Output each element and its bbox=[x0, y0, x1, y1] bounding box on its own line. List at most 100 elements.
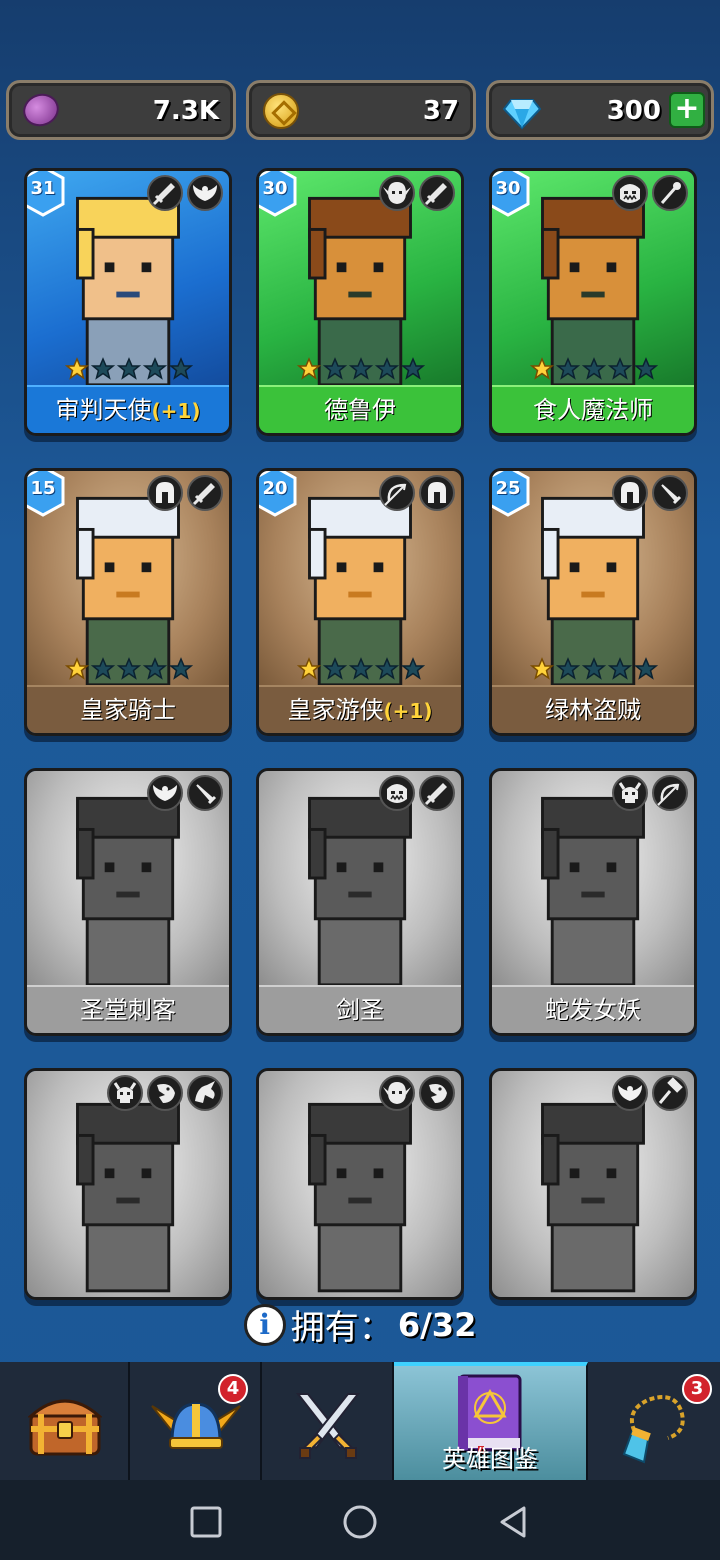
sword-icon bbox=[419, 775, 455, 811]
add-diamonds-button[interactable]: + bbox=[669, 92, 705, 128]
star-icon bbox=[117, 657, 141, 680]
star-icon bbox=[323, 357, 347, 380]
level-value: 20 bbox=[262, 478, 288, 499]
treasure-chest-icon bbox=[28, 1399, 102, 1456]
star-rating bbox=[530, 657, 658, 681]
coins-counter[interactable]: 37 bbox=[246, 80, 476, 140]
coins-value: 37 bbox=[422, 96, 459, 126]
sword-icon bbox=[419, 175, 455, 211]
hero-name: 皇家游侠 bbox=[287, 696, 384, 724]
tab-chest[interactable] bbox=[0, 1362, 130, 1480]
star-rating bbox=[65, 657, 193, 681]
star-rating bbox=[65, 357, 193, 381]
hero-card[interactable]: 20 皇家游侠(+1) bbox=[256, 468, 464, 736]
star-icon bbox=[143, 657, 167, 680]
diamonds-counter[interactable]: 300 + bbox=[486, 80, 714, 140]
star-icon bbox=[91, 657, 115, 680]
gold-coin-icon bbox=[263, 93, 299, 129]
star-icon bbox=[143, 357, 167, 380]
star-rating bbox=[297, 657, 425, 681]
dragon-icon bbox=[187, 1075, 223, 1111]
level-value: 30 bbox=[495, 178, 521, 199]
hero-name-band: 德鲁伊 bbox=[259, 385, 461, 433]
star-icon bbox=[169, 657, 193, 680]
helmet-icon bbox=[147, 475, 183, 511]
level-value: 25 bbox=[495, 478, 521, 499]
star-icon bbox=[169, 357, 193, 380]
diamonds-value: 300 bbox=[606, 96, 661, 126]
triangle-back-icon[interactable] bbox=[494, 1502, 534, 1542]
hero-card[interactable] bbox=[24, 1068, 232, 1300]
hero-name-band: 皇家骑士 bbox=[27, 685, 229, 733]
beast-icon bbox=[419, 1075, 455, 1111]
hero-name: 圣堂刺客 bbox=[80, 996, 176, 1024]
hero-card[interactable]: 31 审判天使(+1) bbox=[24, 168, 232, 436]
hero-card[interactable]: 30 食人魔法师 bbox=[489, 168, 697, 436]
star-icon bbox=[634, 657, 658, 680]
star-icon bbox=[556, 357, 580, 380]
ogre-face-icon bbox=[379, 775, 415, 811]
purple-gem-icon bbox=[18, 88, 64, 132]
hero-name: 蛇发女妖 bbox=[545, 996, 641, 1024]
star-icon bbox=[401, 657, 425, 680]
owned-label: 拥有： bbox=[290, 1308, 393, 1348]
bottom-nav: 4 英雄图鉴 3 bbox=[0, 1362, 720, 1480]
tab-artifact[interactable]: 3 bbox=[588, 1362, 720, 1480]
circle-home-icon[interactable] bbox=[340, 1502, 380, 1542]
hammer-icon bbox=[652, 1075, 688, 1111]
hero-card[interactable]: 15 皇家骑士 bbox=[24, 468, 232, 736]
blue-diamond-icon bbox=[503, 99, 541, 130]
currency-bar: 7.3K 37 300 + bbox=[6, 80, 714, 140]
star-icon bbox=[117, 357, 141, 380]
owned-count: 6/32 bbox=[397, 1305, 477, 1344]
hero-name-band: 蛇发女妖 bbox=[492, 985, 694, 1033]
square-recents-icon[interactable] bbox=[186, 1502, 226, 1542]
star-rating bbox=[530, 357, 658, 381]
hero-card[interactable]: 剑圣 bbox=[256, 768, 464, 1036]
tab-battle[interactable] bbox=[262, 1362, 394, 1480]
hero-name: 绿林盗贼 bbox=[545, 696, 641, 724]
star-icon bbox=[608, 357, 632, 380]
level-value: 30 bbox=[262, 178, 288, 199]
star-icon bbox=[91, 357, 115, 380]
hero-card[interactable]: 30 德鲁伊 bbox=[256, 168, 464, 436]
tab-codex-label: 英雄图鉴 bbox=[442, 1445, 538, 1473]
gems-counter[interactable]: 7.3K bbox=[6, 80, 236, 140]
star-icon bbox=[65, 357, 89, 380]
hero-name-band: 圣堂刺客 bbox=[27, 985, 229, 1033]
gems-value: 7.3K bbox=[152, 96, 219, 126]
star-icon bbox=[582, 657, 606, 680]
elf-face-icon bbox=[379, 175, 415, 211]
hero-card[interactable] bbox=[256, 1068, 464, 1300]
crossed-swords-icon bbox=[295, 1393, 361, 1459]
hero-name: 德鲁伊 bbox=[324, 396, 396, 424]
demon-skull-icon bbox=[107, 1075, 143, 1111]
hero-name-band: 审判天使(+1) bbox=[27, 385, 229, 433]
bow-icon bbox=[652, 775, 688, 811]
hero-bonus: (+1) bbox=[383, 699, 433, 723]
sword-icon bbox=[147, 175, 183, 211]
info-icon[interactable]: i bbox=[243, 1303, 286, 1346]
angel-wings-icon bbox=[147, 775, 183, 811]
hero-card[interactable]: 蛇发女妖 bbox=[489, 768, 697, 1036]
hero-name-band: 剑圣 bbox=[259, 985, 461, 1033]
demon-skull-icon bbox=[612, 775, 648, 811]
star-icon bbox=[530, 357, 554, 380]
star-icon bbox=[582, 357, 606, 380]
hero-name: 皇家骑士 bbox=[80, 696, 176, 724]
sword-icon bbox=[187, 475, 223, 511]
level-value: 15 bbox=[30, 478, 56, 499]
star-icon bbox=[297, 657, 321, 680]
tab-codex[interactable]: 英雄图鉴 bbox=[394, 1362, 588, 1480]
hero-name: 食人魔法师 bbox=[533, 396, 653, 424]
hero-card[interactable]: 圣堂刺客 bbox=[24, 768, 232, 1036]
helmet-icon bbox=[612, 475, 648, 511]
tab-heroes[interactable]: 4 bbox=[130, 1362, 262, 1480]
angel-wings-icon bbox=[187, 175, 223, 211]
star-icon bbox=[349, 657, 373, 680]
hero-card[interactable] bbox=[489, 1068, 697, 1300]
hero-card[interactable]: 25 绿林盗贼 bbox=[489, 468, 697, 736]
amulet-icon bbox=[622, 1395, 685, 1464]
star-icon bbox=[401, 357, 425, 380]
elf-face-icon bbox=[379, 1075, 415, 1111]
